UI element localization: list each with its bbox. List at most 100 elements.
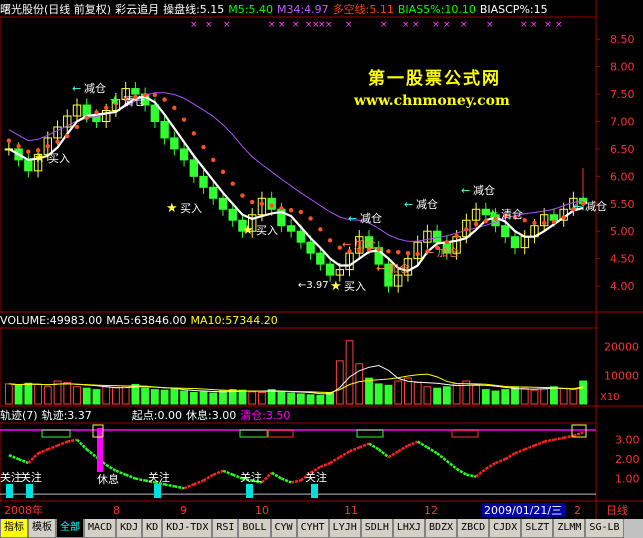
longshort-dot (220, 169, 226, 174)
longshort-dot (522, 218, 527, 223)
buy-label: 买入 (180, 202, 202, 215)
watch-label: 关注 (20, 470, 42, 484)
watch-label: 关注 (148, 470, 170, 484)
signal-x-icon: × (190, 20, 198, 30)
signal-x-icon: × (530, 20, 538, 30)
longshort-dot (74, 124, 80, 130)
candle-body (549, 214, 559, 221)
volume-bar (481, 389, 490, 405)
longshort-dot (269, 203, 274, 208)
reduce-arrow-icon: ← (72, 82, 81, 95)
signal-x-icon: × (268, 20, 276, 30)
longshort-dot (405, 250, 411, 256)
tab-kdj[interactable]: KDJ (116, 519, 143, 538)
price-axis-label: 5.00 (610, 225, 635, 238)
longshort-dot (201, 144, 206, 150)
longshort-dot (386, 249, 391, 254)
track-header: 轨迹(7) 轨迹:3.37 起点:0.00 休息:3.00 清仓:3.50 (0, 409, 294, 423)
longshort-dot (444, 239, 450, 245)
tab-lhxj[interactable]: LHXJ (392, 519, 425, 538)
candle-body (82, 104, 91, 117)
longshort-dot (542, 220, 547, 226)
volume-bar (180, 390, 188, 405)
clear-label: 清仓 (501, 207, 523, 221)
tab-cyht[interactable]: CYHT (296, 519, 329, 538)
longshort-dot (259, 201, 265, 206)
tab-lyjh[interactable]: LYJH (328, 519, 361, 538)
low-price-label: ←3.97 (298, 280, 329, 291)
chart-canvas[interactable]: 8.50 8.00 7.50 7.00 6.50 6.00 5.50 5.00 4.50 4.00… (0, 0, 643, 538)
longshort-dot (45, 143, 50, 149)
longshort-dot (454, 233, 459, 238)
signal-x-icon: × (486, 20, 494, 30)
longshort-dot (298, 209, 304, 215)
ma5-label: MA5:63846.00 (106, 314, 187, 327)
volume-bar (326, 392, 334, 405)
tab-indicator[interactable]: 指标 (0, 519, 28, 538)
volume-bar (14, 384, 23, 405)
volume-bar (219, 390, 227, 405)
tab-cyw[interactable]: CYW (270, 519, 297, 538)
longshort-dot (172, 105, 177, 110)
price-axis-label: 5.50 (610, 198, 635, 211)
tab-cjdx[interactable]: CJDX (489, 519, 522, 538)
reduce-arrow-icon: ← (461, 184, 470, 197)
candle-body (218, 197, 228, 210)
tab-zlmm[interactable]: ZLMM (553, 519, 586, 538)
longshort-dot (473, 221, 479, 227)
tab-zbcd[interactable]: ZBCD (457, 519, 490, 538)
price-axis-label: 7.50 (610, 88, 635, 101)
longshort-dot (16, 143, 21, 149)
signal-x-icon: × (223, 20, 231, 30)
track-value: 轨迹:3.37 (41, 409, 92, 422)
candle-body (325, 263, 335, 276)
volume-bar (24, 382, 33, 405)
tab-template[interactable]: 模板 (28, 519, 56, 538)
candle-body (286, 225, 296, 232)
longshort-dot (279, 206, 284, 211)
tab-kd[interactable]: KD (142, 519, 163, 538)
volume-bar (501, 389, 510, 405)
longshort-dot (230, 181, 235, 186)
add-label: 加仓 (388, 261, 410, 275)
longshort-dot (396, 250, 401, 255)
candle-body (160, 120, 169, 139)
buy-label: 买入 (48, 152, 70, 165)
longshort-dot (65, 133, 70, 139)
longshort-dot (6, 138, 12, 143)
tab-bdzx[interactable]: BDZX (424, 519, 458, 538)
longshort-dot (318, 227, 323, 232)
volume-header: VOLUME:49983.00 MA5:63846.00 MA10:57344.20 (0, 314, 282, 328)
tab-slzt[interactable]: SLZT (521, 519, 554, 538)
volume-axis-label: 20000 (604, 341, 639, 354)
buy-star-icon: ★ (34, 151, 46, 166)
candle-body (228, 208, 237, 221)
tab-kdj-tdx[interactable]: KDJ-TDX (162, 519, 213, 538)
clear-star-icon: ★ (487, 207, 499, 222)
price-axis-label: 8.00 (610, 61, 635, 74)
price-header: 曙光股份(日线 前复权) 彩云追月 操盘线:5.15 M5:5.40 M34:4.97 多… (0, 3, 552, 17)
longshort-dot (152, 92, 158, 98)
tab-sdlh[interactable]: SDLH (360, 519, 393, 538)
tab-sg-lb[interactable]: SG-LB (585, 519, 624, 538)
tab-rsi[interactable]: RSI (212, 519, 239, 538)
track-axis-label: 1.00 (615, 473, 640, 486)
volume-bar (374, 383, 383, 405)
volume-bar (170, 388, 179, 405)
volume-bar (491, 390, 500, 405)
volume-bar (287, 392, 296, 405)
volume-bar (277, 390, 286, 405)
tab-all[interactable]: 全部 (56, 519, 84, 538)
candle-body (179, 148, 189, 161)
candle-body (189, 159, 198, 177)
candle-body (150, 104, 160, 122)
header-item-4: BIAS5%:10.10 (397, 3, 476, 16)
tab-macd[interactable]: MACD (84, 519, 117, 538)
longshort-dot (288, 207, 294, 213)
track-axis-label: 2.00 (615, 453, 640, 466)
volume-bar (82, 387, 91, 405)
vol-label: VOLUME:49983.00 (0, 314, 103, 327)
signal-x-icon: × (278, 20, 286, 30)
tab-boll[interactable]: BOLL (238, 519, 271, 538)
longshort-dot (94, 110, 99, 115)
